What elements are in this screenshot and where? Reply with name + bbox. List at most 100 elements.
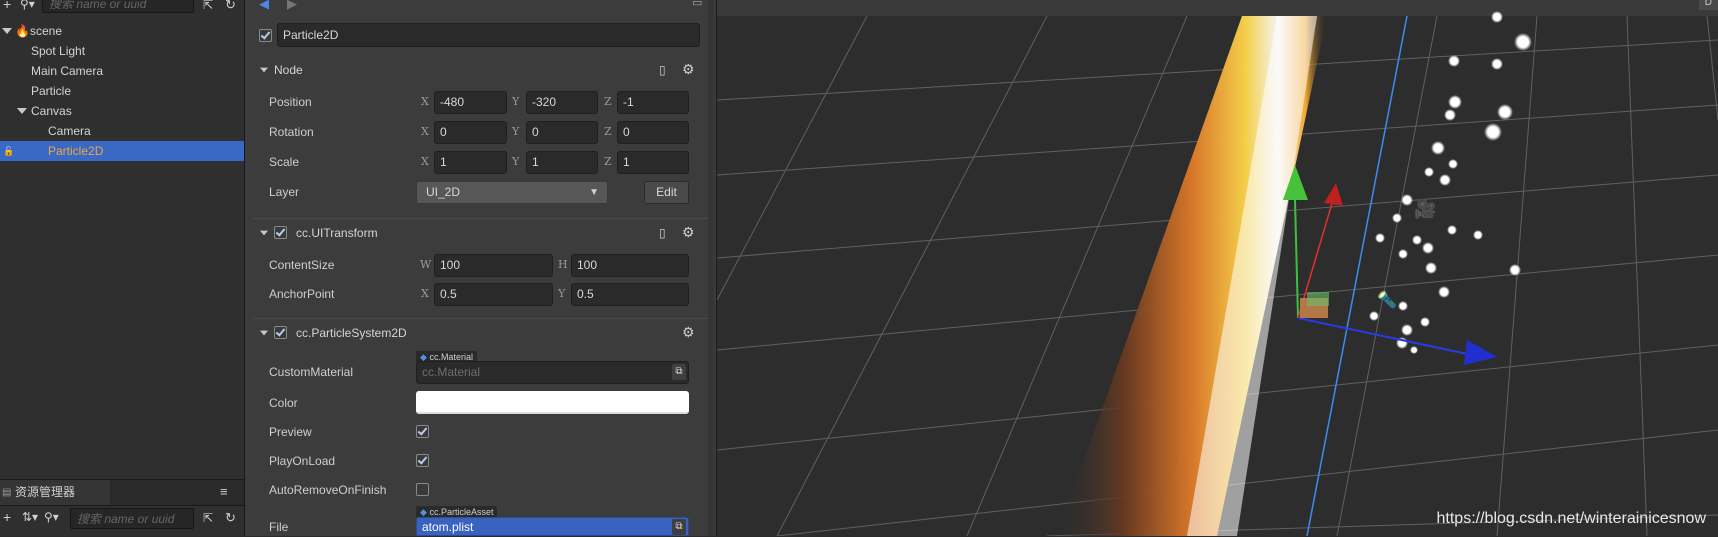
gizmo-y-axis[interactable] (1294, 199, 1299, 319)
content-width-input[interactable]: 100 (434, 254, 553, 277)
gear-icon[interactable]: ⚙ (682, 324, 695, 341)
assets-folder-icon: ▤ (2, 487, 12, 498)
asset-locate-icon[interactable]: ⧉ (672, 519, 686, 535)
sort-icon[interactable]: ⇅▾ (22, 510, 38, 524)
tab-label: 资源管理器 (15, 485, 76, 499)
tree-item-particle2d[interactable]: 🔓 Particle2D (0, 141, 244, 161)
rotation-label: Rotation (269, 125, 314, 139)
gear-icon[interactable]: ⚙ (682, 61, 695, 78)
axis-y-label: Y (512, 125, 520, 138)
tree-item-scene[interactable]: 🔥 scene (0, 21, 244, 41)
search-filter-icon[interactable]: ⚲▾ (44, 510, 59, 524)
scale-x-input[interactable]: 1 (434, 151, 507, 174)
layer-select[interactable]: UI_2D ▼ (416, 181, 608, 204)
node-section-header[interactable]: Node ▯ ⚙ (245, 56, 716, 84)
collapse-arrow-icon[interactable] (260, 67, 268, 73)
tree-item-label: Camera (48, 124, 91, 138)
collapse-arrow-icon[interactable] (260, 230, 268, 236)
search-filter-icon[interactable]: ⚲▾ (20, 0, 35, 11)
section-title: Node (274, 63, 303, 77)
forward-arrow-icon[interactable]: ▶ (287, 0, 297, 12)
collapse-all-icon[interactable]: ⇱ (203, 511, 213, 525)
anchor-x-input[interactable]: 0.5 (434, 283, 553, 306)
gear-icon[interactable]: ⚙ (682, 224, 695, 241)
tab-assets[interactable]: ▤ 资源管理器 (0, 480, 110, 505)
custom-material-asset-field[interactable]: cc.Material ⧉ (416, 361, 689, 384)
custom-material-label: CustomMaterial (269, 365, 354, 379)
scale-z-input[interactable]: 1 (617, 151, 689, 174)
camera-gizmo-icon[interactable]: 🎥 (1414, 198, 1436, 220)
position-label: Position (269, 95, 312, 109)
refresh-icon[interactable]: ↻ (225, 0, 236, 12)
back-arrow-icon[interactable]: ◀ (259, 0, 269, 12)
tree-item-canvas[interactable]: Canvas (0, 101, 244, 121)
color-swatch[interactable] (416, 391, 689, 414)
transform-gizmo[interactable] (1283, 165, 1497, 365)
tree-item-camera[interactable]: Camera (0, 121, 244, 141)
scene-toolbar (717, 0, 1718, 16)
tree-item-spot-light[interactable]: Spot Light (0, 41, 244, 61)
content-height-input[interactable]: 100 (571, 254, 689, 277)
content-size-label: ContentSize (269, 258, 335, 272)
position-y-input[interactable]: -320 (526, 91, 598, 114)
gizmo-x-arrow-icon[interactable] (1324, 183, 1343, 206)
component-enabled-checkbox[interactable] (274, 226, 287, 239)
assets-panel-header: ▤ 资源管理器 ≡ (0, 479, 244, 506)
rotation-z-input[interactable]: 0 (617, 121, 689, 144)
position-x-input[interactable]: -480 (434, 91, 507, 114)
lock-icon[interactable]: 🔓 (3, 141, 14, 161)
tree-item-main-camera[interactable]: Main Camera (0, 61, 244, 81)
rotation-x-input[interactable]: 0 (434, 121, 507, 144)
node-name-input[interactable]: Particle2D (277, 23, 700, 47)
lock-inspector-icon[interactable]: ▭ (692, 0, 702, 9)
collapse-all-icon[interactable]: ⇱ (203, 0, 213, 12)
assets-search-input[interactable]: 搜索 name or uuid (70, 508, 194, 529)
preview-label: Preview (269, 425, 312, 439)
section-title: cc.UITransform (296, 226, 378, 240)
file-asset-field[interactable]: atom.plist ⧉ (416, 517, 689, 536)
scene-toolbar-button[interactable]: D (1698, 0, 1718, 10)
tree-item-label: scene (30, 24, 63, 38)
scene-canvas[interactable]: 🎥 🔦 (717, 0, 1718, 536)
tree-item-particle[interactable]: Particle (0, 81, 244, 101)
gizmo-z-arrow-icon[interactable] (1464, 340, 1497, 365)
hamburger-icon[interactable]: ≡ (220, 484, 228, 499)
scale-y-input[interactable]: 1 (526, 151, 598, 174)
hierarchy-search-input[interactable]: 搜索 name or uuid (42, 0, 194, 13)
axis-y-label: Y (512, 155, 520, 168)
component-enabled-checkbox[interactable] (274, 326, 287, 339)
asset-type-tag-label: cc.ParticleAsset (429, 507, 494, 517)
gizmo-z-axis[interactable] (1297, 317, 1473, 356)
position-z-input[interactable]: -1 (617, 91, 689, 114)
axis-x-label: X (421, 95, 429, 108)
scene-view[interactable]: 🎥 🔦 D https://blog.csdn.net/winterainice… (717, 0, 1718, 536)
play-on-load-checkbox[interactable] (416, 454, 429, 467)
gizmo-plane-handle[interactable] (1307, 292, 1329, 306)
help-book-icon[interactable]: ▯ (659, 63, 666, 77)
layer-edit-button[interactable]: Edit (644, 181, 689, 204)
file-asset-value: atom.plist (422, 520, 474, 534)
scale-label: Scale (269, 155, 300, 169)
particle-system-section-header[interactable]: cc.ParticleSystem2D ⚙ (245, 319, 716, 347)
auto-remove-checkbox[interactable] (416, 483, 429, 496)
add-asset-icon[interactable]: + (3, 510, 11, 524)
collapse-arrow-icon[interactable] (260, 330, 268, 336)
uitransform-section-header[interactable]: cc.UITransform ▯ ⚙ (245, 219, 716, 247)
scene-flame-icon: 🔥 (15, 24, 30, 38)
custom-material-placeholder: cc.Material (422, 365, 481, 379)
help-book-icon[interactable]: ▯ (659, 226, 666, 240)
rotation-y-input[interactable]: 0 (526, 121, 598, 144)
refresh-icon[interactable]: ↻ (225, 511, 236, 525)
inspector-scrollbar[interactable] (708, 0, 714, 536)
preview-checkbox[interactable] (416, 425, 429, 438)
expand-arrow-icon[interactable] (17, 108, 27, 114)
asset-locate-icon[interactable]: ⧉ (672, 364, 686, 380)
layer-label: Layer (269, 185, 300, 199)
axis-h-label: H (558, 258, 568, 271)
light-gizmo-icon[interactable]: 🔦 (1377, 290, 1397, 309)
tree-item-label: Main Camera (31, 64, 104, 78)
expand-arrow-icon[interactable] (2, 28, 12, 34)
node-active-checkbox[interactable] (259, 29, 272, 42)
anchor-y-input[interactable]: 0.5 (571, 283, 689, 306)
add-node-icon[interactable]: + (3, 0, 11, 11)
